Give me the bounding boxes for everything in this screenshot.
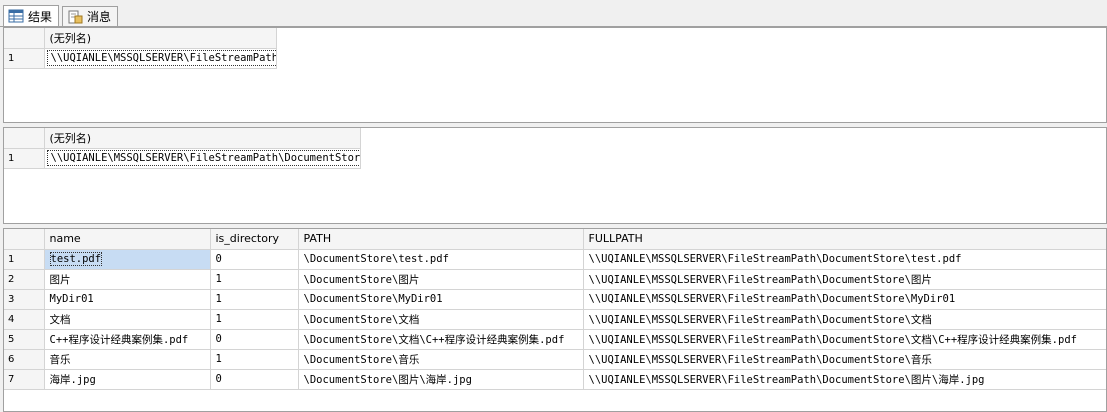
row-number[interactable]: 1 [4,249,45,270]
result-grid-3[interactable]: name is_directory PATH FULLPATH 1 test.p… [3,228,1107,412]
table-row[interactable]: 4 文档 1 \DocumentStore\文档 \\UQIANLE\MSSQL… [4,309,1106,330]
column-header[interactable]: (无列名) [44,28,277,49]
column-header-is-directory[interactable]: is_directory [210,229,299,250]
table-cell[interactable]: 1 [210,289,299,310]
column-header-name[interactable]: name [44,229,211,250]
grid-corner [4,128,45,149]
message-icon [67,10,83,24]
row-number[interactable]: 2 [4,269,45,290]
table-cell[interactable]: \\UQIANLE\MSSQLSERVER\FileStreamPath\Doc… [583,369,1106,390]
table-cell[interactable]: \DocumentStore\音乐 [298,349,584,370]
row-number[interactable]: 4 [4,309,45,330]
table-cell[interactable]: 1 [210,309,299,330]
column-header-path[interactable]: PATH [298,229,584,250]
row-number[interactable]: 3 [4,289,45,310]
table-cell[interactable]: \\UQIANLE\MSSQLSERVER\FileStreamPath\Doc… [583,309,1106,330]
table-cell[interactable]: test.pdf [44,249,211,270]
result-grid-2[interactable]: (无列名) 1 \\UQIANLE\MSSQLSERVER\FileStream… [3,127,1107,224]
table-cell[interactable]: 0 [210,369,299,390]
grid-corner [4,229,45,250]
table-cell[interactable]: \DocumentStore\文档\C++程序设计经典案例集.pdf [298,329,584,350]
tab-messages[interactable]: 消息 [62,6,119,26]
table-cell[interactable]: \\UQIANLE\MSSQLSERVER\FileStreamPath\Doc… [44,148,361,169]
table-cell[interactable]: \DocumentStore\文档 [298,309,584,330]
grid-icon [8,9,24,23]
table-cell[interactable]: \\UQIANLE\MSSQLSERVER\FileStreamPath\Doc… [583,349,1106,370]
table-row[interactable]: 3 MyDir01 1 \DocumentStore\MyDir01 \\UQI… [4,289,1106,310]
result-grid-1[interactable]: (无列名) 1 \\UQIANLE\MSSQLSERVER\FileStream… [3,27,1107,123]
table-row[interactable]: 7 海岸.jpg 0 \DocumentStore\图片\海岸.jpg \\UQ… [4,369,1106,390]
table-cell[interactable]: 1 [210,269,299,290]
table-cell[interactable]: 图片 [44,269,211,290]
table-cell[interactable]: \\UQIANLE\MSSQLSERVER\FileStreamPath\Doc… [583,329,1106,350]
table-cell[interactable]: 文档 [44,309,211,330]
row-number[interactable]: 1 [4,48,45,69]
grid-corner [4,28,45,49]
table-cell[interactable]: 海岸.jpg [44,369,211,390]
table-cell[interactable]: \\UQIANLE\MSSQLSERVER\FileStreamPath [44,48,277,69]
table-cell[interactable]: \\UQIANLE\MSSQLSERVER\FileStreamPath\Doc… [583,269,1106,290]
table-cell[interactable]: MyDir01 [44,289,211,310]
table-row[interactable]: 2 图片 1 \DocumentStore\图片 \\UQIANLE\MSSQL… [4,269,1106,290]
table-cell[interactable]: \DocumentStore\图片\海岸.jpg [298,369,584,390]
table-cell[interactable]: \\UQIANLE\MSSQLSERVER\FileStreamPath\Doc… [583,249,1106,270]
tab-messages-label: 消息 [87,10,112,24]
results-tab-strip: 结果 消息 [0,0,1107,27]
row-number[interactable]: 7 [4,369,45,390]
tab-results[interactable]: 结果 [3,5,60,26]
table-cell[interactable]: \DocumentStore\MyDir01 [298,289,584,310]
table-row[interactable]: 5 C++程序设计经典案例集.pdf 0 \DocumentStore\文档\C… [4,329,1106,350]
table-cell[interactable]: \\UQIANLE\MSSQLSERVER\FileStreamPath\Doc… [583,289,1106,310]
table-row[interactable]: 6 音乐 1 \DocumentStore\音乐 \\UQIANLE\MSSQL… [4,349,1106,370]
table-cell[interactable]: 1 [210,349,299,370]
table-cell[interactable]: C++程序设计经典案例集.pdf [44,329,211,350]
table-cell[interactable]: \DocumentStore\图片 [298,269,584,290]
table-cell[interactable]: 音乐 [44,349,211,370]
column-header[interactable]: (无列名) [44,128,361,149]
table-cell[interactable]: 0 [210,249,299,270]
table-cell[interactable]: 0 [210,329,299,350]
table-cell[interactable]: \DocumentStore\test.pdf [298,249,584,270]
table-row[interactable]: 1 \\UQIANLE\MSSQLSERVER\FileStreamPath\D… [4,148,361,169]
table-row[interactable]: 1 \\UQIANLE\MSSQLSERVER\FileStreamPath [4,48,277,69]
column-header-fullpath[interactable]: FULLPATH [583,229,1106,250]
row-number[interactable]: 1 [4,148,45,169]
table-row[interactable]: 1 test.pdf 0 \DocumentStore\test.pdf \\U… [4,249,1106,270]
row-number[interactable]: 6 [4,349,45,370]
tab-results-label: 结果 [28,9,53,24]
row-number[interactable]: 5 [4,329,45,350]
